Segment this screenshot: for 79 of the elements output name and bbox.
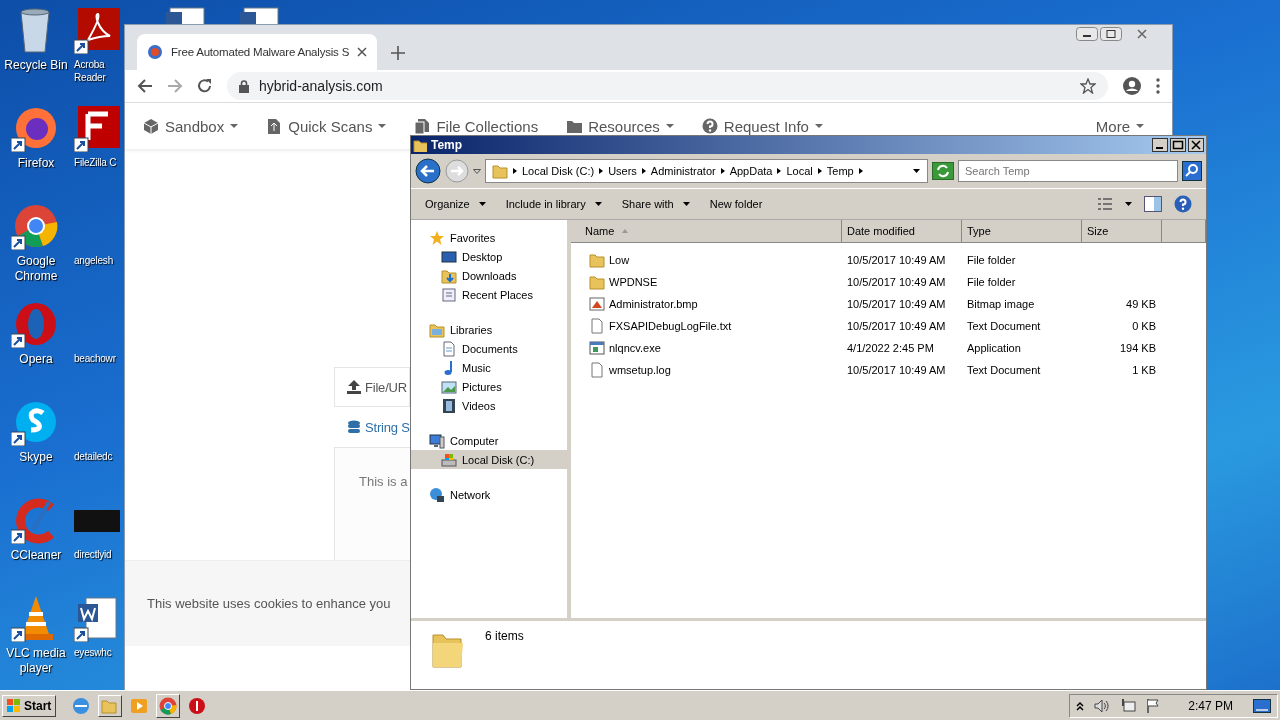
table-cell: 0 KB: [1132, 320, 1156, 332]
desktop-icon-label[interactable]: Acroba Reader: [74, 58, 124, 84]
file-name[interactable]: WPDNSE: [609, 276, 658, 288]
nav-link[interactable]: Resources: [566, 117, 674, 135]
nav-link[interactable]: Request Info: [701, 117, 823, 135]
desktop-icon-label[interactable]: directlyid: [74, 548, 124, 561]
nav-pane-item[interactable]: Computer: [411, 431, 567, 450]
start-button[interactable]: Start: [2, 694, 57, 717]
search-field[interactable]: Search Temp: [958, 160, 1178, 182]
cookie-notice: This website uses cookies to enhance you: [147, 596, 391, 611]
nav-pane-item[interactable]: Desktop: [411, 247, 567, 266]
nav-pane-item[interactable]: Videos: [411, 396, 567, 415]
address-bar[interactable]: hybrid-analysis.com: [227, 72, 1108, 100]
clock[interactable]: 2:47 PM: [1188, 698, 1233, 713]
nav-pane-item[interactable]: Documents: [411, 339, 567, 358]
window-title: Temp: [431, 138, 463, 152]
file-name[interactable]: FXSAPIDebugLogFile.txt: [609, 320, 732, 332]
column-header[interactable]: Type: [962, 220, 1082, 242]
table-cell: 10/5/2017 10:49 AM: [847, 320, 946, 332]
desktop-icon-label[interactable]: Firefox: [2, 156, 70, 171]
panel-tab[interactable]: File/UR: [334, 367, 410, 407]
table-cell: 10/5/2017 10:49 AM: [847, 364, 946, 376]
desktop-icon-label[interactable]: beachowr: [74, 352, 124, 365]
desktop-icon-label[interactable]: FileZilla C: [74, 156, 124, 169]
desktop-icon-label[interactable]: angelesh: [74, 254, 124, 267]
desktop-icon-label[interactable]: detailedc: [74, 450, 124, 463]
toolbar-button[interactable]: Organize: [425, 198, 486, 210]
nav-link[interactable]: More: [1095, 117, 1144, 135]
nav-pane-item[interactable]: Music: [411, 358, 567, 377]
nav-pane-item[interactable]: Favorites: [411, 228, 567, 247]
breadcrumb-item[interactable]: Local Disk (C:): [522, 165, 595, 177]
browser-tab[interactable]: Free Automated Malware Analysis S: [137, 34, 377, 70]
nav-pane-item[interactable]: Network: [411, 485, 567, 504]
desktop-icon-label[interactable]: Google Chrome: [2, 254, 70, 284]
column-header[interactable]: Size: [1082, 220, 1162, 242]
desktop-icon-label[interactable]: eyeswhc: [74, 646, 124, 659]
table-cell: Text Document: [967, 364, 1041, 376]
breadcrumb-item[interactable]: Temp: [826, 165, 854, 177]
item-count: 6 items: [485, 629, 524, 643]
nav-pane-item[interactable]: Local Disk (C:): [411, 450, 567, 469]
table-cell: Bitmap image: [967, 298, 1035, 310]
column-header[interactable]: Date modified: [842, 220, 962, 242]
table-cell: 49 KB: [1126, 298, 1156, 310]
table-cell: 10/5/2017 10:49 AM: [847, 276, 946, 288]
table-cell: Text Document: [967, 320, 1041, 332]
table-cell: File folder: [967, 254, 1016, 266]
file-name[interactable]: Administrator.bmp: [609, 298, 698, 310]
breadcrumb-item[interactable]: Users: [608, 165, 637, 177]
file-name[interactable]: wmsetup.log: [609, 364, 671, 376]
panel-tab[interactable]: String S: [334, 407, 410, 447]
nav-pane-item[interactable]: Pictures: [411, 377, 567, 396]
nav-link[interactable]: Quick Scans: [266, 117, 387, 135]
desktop-icon-label[interactable]: Opera: [2, 352, 70, 367]
file-name[interactable]: Low: [609, 254, 630, 266]
table-cell: 4/1/2022 2:45 PM: [847, 342, 934, 354]
breadcrumb-item[interactable]: Local: [786, 165, 813, 177]
table-cell: Application: [967, 342, 1021, 354]
toolbar-button[interactable]: Include in library: [505, 198, 602, 210]
table-cell: File folder: [967, 276, 1016, 288]
nav-link[interactable]: File Collections: [414, 117, 539, 135]
desktop-icon-label[interactable]: Skype: [2, 450, 70, 465]
toolbar-button[interactable]: Share with: [621, 198, 690, 210]
column-header[interactable]: Name: [571, 220, 842, 242]
file-name[interactable]: nlqncv.exe: [609, 342, 661, 354]
table-cell: 1 KB: [1132, 364, 1156, 376]
desktop-icon-label[interactable]: CCleaner: [2, 548, 70, 563]
nav-pane-item[interactable]: Recent Places: [411, 285, 567, 304]
desktop-icon-label[interactable]: Recycle Bin: [2, 58, 70, 73]
table-cell: 194 KB: [1119, 342, 1156, 354]
breadcrumb-item[interactable]: AppData: [729, 165, 773, 177]
panel-text: This is a: [359, 474, 408, 489]
table-cell: 10/5/2017 10:49 AM: [847, 254, 946, 266]
nav-link[interactable]: Sandbox: [143, 117, 239, 135]
nav-pane-item[interactable]: Downloads: [411, 266, 567, 285]
nav-pane-item[interactable]: Libraries: [411, 320, 567, 339]
toolbar-button[interactable]: New folder: [709, 198, 763, 210]
desktop-icon-label[interactable]: VLC media player: [2, 646, 70, 676]
breadcrumb-item[interactable]: Administrator: [650, 165, 716, 177]
table-cell: 10/5/2017 10:49 AM: [847, 298, 946, 310]
